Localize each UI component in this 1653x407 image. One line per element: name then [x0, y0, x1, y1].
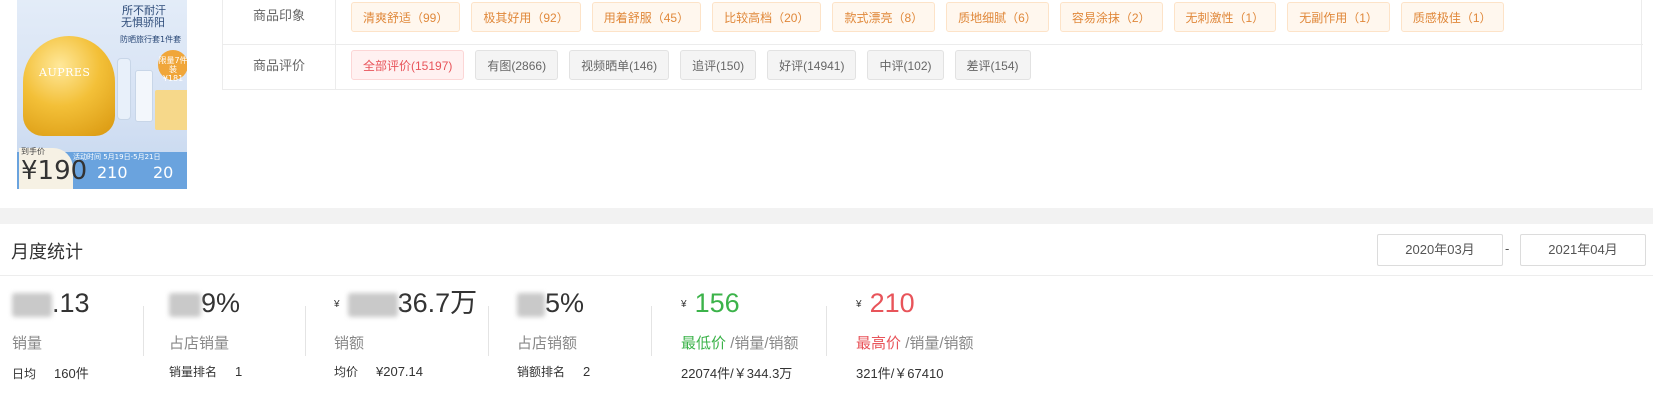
impression-tag[interactable]: 极其好用（92） [471, 2, 581, 32]
sales-volume-value: .13 [12, 286, 90, 320]
product-image-slogan-2: 无惧骄阳 [121, 16, 165, 29]
impression-row-label: 商品印象 [223, 0, 336, 44]
sunscreen-jar-graphic [23, 36, 115, 136]
divider [826, 306, 827, 356]
bottle-graphic [117, 58, 131, 120]
divider [488, 306, 489, 356]
review-filter-followup[interactable]: 追评(150) [680, 50, 757, 80]
stat-sales-volume: .13 销量 日均 160件 [12, 286, 90, 382]
highest-price-value: ¥210 [856, 288, 915, 318]
impression-tag[interactable]: 用着舒服（45） [591, 2, 702, 32]
stat-highest-price: ¥210 最高价 /销量/销额 321件/￥67410 [856, 286, 974, 382]
sales-volume-label: 销量 [12, 335, 43, 352]
redacted-value [169, 292, 201, 317]
store-share-value: 9% [169, 286, 242, 320]
redacted-value [347, 292, 398, 317]
sales-amount-value: ¥36.7万 [334, 288, 478, 318]
impression-tag[interactable]: 质感极佳（1） [1400, 2, 1504, 32]
price-discount: 20 [153, 163, 174, 182]
date-separator: - [1505, 241, 1510, 256]
impression-tag[interactable]: 容易涂抹（2） [1059, 2, 1163, 32]
review-filter-negative[interactable]: 差评(154) [954, 50, 1031, 80]
review-filter-with-images[interactable]: 有图(2866) [475, 50, 559, 80]
review-filter-tags: 全部评价(15197) 有图(2866) 视频晒单(146) 追评(150) 好… [351, 50, 1031, 80]
product-section: 所不耐汗 无惧骄阳 防晒旅行套1件套 AUPRES 限量7件装 ¥181 活动时… [0, 0, 1653, 208]
lowest-price-label: 最低价 /销量/销额 [681, 335, 799, 352]
highest-price-label: 最高价 /销量/销额 [856, 335, 974, 352]
store-share-sub: 销量排名 1 [169, 364, 243, 379]
redacted-value [517, 292, 545, 317]
impression-tags: 清爽舒适（99） 极其好用（92） 用着舒服（45） 比较高档（20） 款式漂亮… [351, 2, 1504, 32]
review-row: 商品评价 全部评价(15197) 有图(2866) 视频晒单(146) 追评(1… [223, 45, 1643, 90]
store-amount-share-label: 占店销额 [517, 335, 578, 352]
sales-amount-sub: 均价 ¥207.14 [334, 364, 424, 379]
divider [305, 306, 306, 356]
stats-title: 月度统计 [11, 242, 83, 262]
stat-sales-amount: ¥36.7万 销额 均价 ¥207.14 [334, 286, 477, 380]
date-from-picker[interactable]: 2020年03月 [1377, 234, 1503, 266]
lowest-price-value: ¥156 [681, 288, 740, 318]
divider [651, 306, 652, 356]
impression-row: 商品印象 清爽舒适（99） 极其好用（92） 用着舒服（45） 比较高档（20）… [223, 0, 1643, 45]
promo-badge: 限量7件装 ¥181 [158, 50, 187, 83]
store-amount-share-value: 5% [517, 286, 590, 320]
review-filter-all[interactable]: 全部评价(15197) [351, 50, 465, 80]
bottle-graphic [135, 70, 153, 122]
product-image-slogan-3: 防晒旅行套1件套 [120, 35, 182, 44]
section-separator [0, 208, 1653, 224]
sales-volume-sub: 日均 160件 [12, 366, 89, 381]
sales-amount-label: 销额 [334, 335, 365, 352]
stat-store-amount-share: 5% 占店销额 销额排名 2 [517, 286, 590, 380]
stat-store-share: 9% 占店销量 销量排名 1 [169, 286, 242, 380]
review-row-label: 商品评价 [223, 45, 336, 90]
gift-boxes-graphic [155, 90, 187, 130]
store-share-label: 占店销量 [169, 335, 230, 352]
review-filter-positive[interactable]: 好评(14941) [767, 50, 857, 80]
product-image[interactable]: 所不耐汗 无惧骄阳 防晒旅行套1件套 AUPRES 限量7件装 ¥181 活动时… [17, 0, 187, 189]
review-filter-video[interactable]: 视频晒单(146) [569, 50, 670, 80]
date-to-picker[interactable]: 2021年04月 [1520, 234, 1646, 266]
product-brand: AUPRES [39, 66, 91, 79]
divider [143, 306, 144, 356]
monthly-stats-panel: 月度统计 2020年03月 - 2021年04月 .13 销量 日均 160件 9… [0, 224, 1653, 407]
highest-price-sub: 321件/￥67410 [856, 366, 944, 381]
price-original: 210 [97, 163, 128, 182]
lowest-price-sub: 22074件/￥344.3万 [681, 366, 793, 381]
impression-tag[interactable]: 质地细腻（6） [946, 2, 1049, 32]
product-tag-table: 商品印象 清爽舒适（99） 极其好用（92） 用着舒服（45） 比较高档（20）… [222, 0, 1643, 90]
impression-tag[interactable]: 清爽舒适（99） [351, 2, 461, 32]
impression-tag[interactable]: 无副作用（1） [1287, 2, 1390, 32]
review-filter-neutral[interactable]: 中评(102) [867, 50, 944, 80]
stat-lowest-price: ¥156 最低价 /销量/销额 22074件/￥344.3万 [681, 286, 799, 382]
impression-tag[interactable]: 比较高档（20） [712, 2, 822, 32]
redacted-value [12, 292, 52, 317]
store-amount-share-sub: 销额排名 2 [517, 364, 591, 379]
impression-tag[interactable]: 款式漂亮（8） [832, 2, 936, 32]
divider [0, 275, 1653, 276]
price-main: ¥190 [21, 156, 88, 186]
impression-tag[interactable]: 无刺激性（1） [1173, 2, 1277, 32]
